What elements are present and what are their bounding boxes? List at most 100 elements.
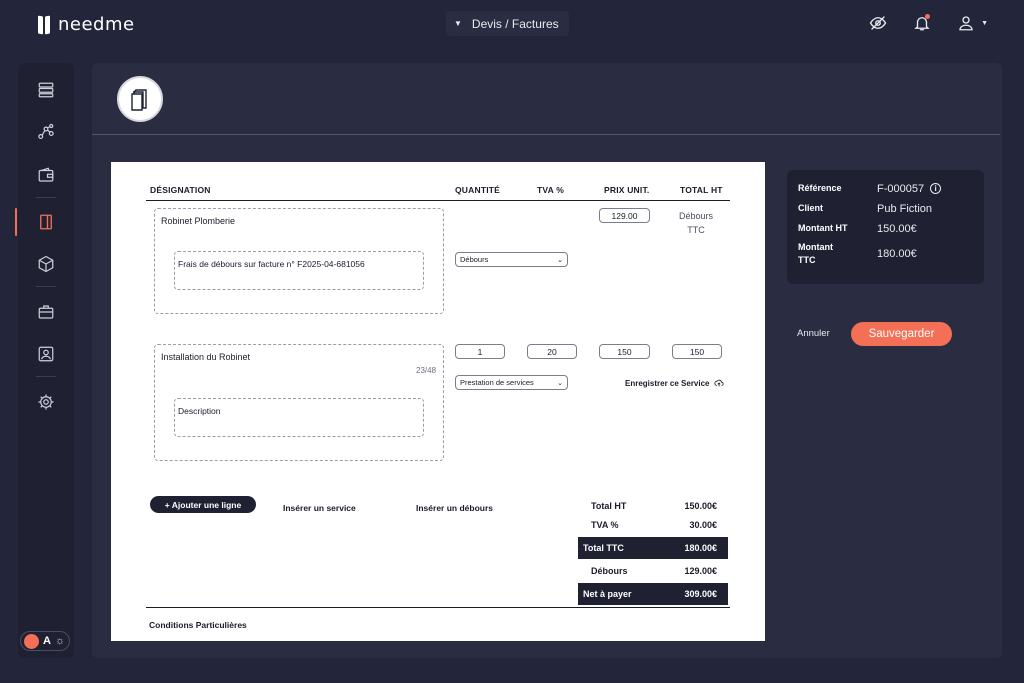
- sidebar-item-team[interactable]: [18, 340, 74, 368]
- total-label: TVA %: [591, 520, 619, 530]
- ttc-value: 180.00€: [877, 248, 917, 260]
- line-type-select[interactable]: Prestation de services ⌄: [455, 375, 568, 390]
- total-value: 309.00€: [684, 589, 717, 599]
- line-type-select[interactable]: Débours ⌄: [455, 252, 568, 267]
- briefcase-icon: [38, 305, 54, 319]
- conditions-heading[interactable]: Conditions Particulières: [149, 620, 247, 630]
- save-service-link[interactable]: Enregistrer ce Service: [625, 378, 724, 388]
- unit-price-input[interactable]: 129.00: [599, 208, 650, 223]
- line-title: Robinet Plomberie: [161, 216, 236, 226]
- sidebar-separator: [36, 376, 56, 377]
- total-value: 129.00€: [684, 566, 717, 576]
- caret-down-icon: ▼: [454, 19, 462, 28]
- line-description: Frais de débours sur facture n° F2025-04…: [178, 259, 365, 269]
- sidebar-item-network[interactable]: [18, 118, 74, 146]
- line-total-label-1: Débours: [678, 211, 714, 221]
- ht-label: Montant HT: [798, 223, 848, 233]
- column-header-unit-price: PRIX UNIT.: [604, 185, 650, 195]
- unit-price-input[interactable]: 150: [599, 344, 650, 359]
- wallet-icon: [38, 167, 54, 182]
- notification-bell-icon[interactable]: [911, 12, 933, 34]
- char-counter: 23/48: [416, 366, 437, 375]
- column-header-total: TOTAL HT: [680, 185, 723, 195]
- total-row-net: Net à payer 309.00€: [578, 583, 728, 605]
- top-bar: needme ▼ Devis / Factures ▼: [0, 0, 1024, 48]
- sidebar-item-settings[interactable]: [18, 388, 74, 416]
- line-type-value: Prestation de services: [460, 378, 534, 387]
- gear-icon: [38, 394, 54, 410]
- sidebar-item-servers[interactable]: [18, 76, 74, 104]
- logo-mark-icon: [38, 15, 52, 34]
- line-total-label-2: TTC: [687, 225, 705, 235]
- sidebar-item-wallet[interactable]: [18, 161, 74, 189]
- info-icon[interactable]: i: [930, 183, 942, 194]
- total-value: 150.00€: [684, 501, 717, 511]
- summary-ht: Montant HT 150.00€: [798, 222, 917, 235]
- sidebar-separator: [36, 286, 56, 287]
- top-icons: ▼: [867, 12, 988, 34]
- footer-rule: [146, 607, 730, 608]
- line-total-input[interactable]: 150: [672, 344, 722, 359]
- save-button[interactable]: Sauvegarder: [851, 322, 952, 346]
- header-rule: [146, 200, 730, 201]
- sidebar: A ☼: [15, 63, 74, 658]
- column-header-quantity: QUANTITÉ: [455, 185, 501, 195]
- reference-label: Référence: [798, 183, 842, 193]
- book-icon: [40, 214, 52, 230]
- sun-icon: ☼: [54, 635, 66, 647]
- theme-toggle[interactable]: A ☼: [20, 631, 70, 651]
- cancel-button[interactable]: Annuler: [797, 328, 830, 339]
- insert-debours-link[interactable]: Insérer un débours: [416, 503, 493, 513]
- client-value: Pub Fiction: [877, 202, 933, 215]
- chevron-down-icon: ⌄: [557, 379, 563, 387]
- sidebar-item-products[interactable]: [18, 250, 74, 278]
- theme-toggle-label: A: [43, 635, 51, 647]
- line-type-value: Débours: [460, 255, 489, 264]
- module-selector[interactable]: ▼ Devis / Factures: [446, 11, 569, 36]
- add-line-button[interactable]: + Ajouter une ligne: [150, 496, 256, 513]
- vat-input[interactable]: 20: [527, 344, 577, 359]
- ttc-label-1: Montant: [798, 242, 833, 252]
- server-icon: [38, 82, 54, 98]
- summary-reference: Référence F-000057 i: [798, 182, 942, 195]
- chevron-down-icon: ⌄: [557, 256, 563, 264]
- line-description-field[interactable]: [174, 251, 424, 290]
- hide-eye-icon[interactable]: [867, 12, 889, 34]
- total-row-ttc: Total TTC 180.00€: [578, 537, 728, 559]
- column-header-vat: TVA %: [537, 185, 564, 195]
- summary-ttc: Montant TTC 180.00€: [798, 241, 917, 267]
- insert-service-link[interactable]: Insérer un service: [283, 503, 356, 513]
- team-icon: [38, 346, 54, 362]
- total-value: 30.00€: [689, 520, 717, 530]
- total-label: Débours: [591, 566, 628, 576]
- client-label: Client: [798, 203, 824, 213]
- box-icon: [38, 255, 54, 273]
- summary-client: Client Pub Fiction: [798, 202, 932, 215]
- total-label: Total HT: [591, 501, 627, 511]
- document-icon: [117, 76, 163, 122]
- app-logo[interactable]: needme: [38, 14, 135, 35]
- ttc-label-2: TTC: [798, 255, 816, 265]
- total-value: 180.00€: [684, 543, 717, 553]
- module-label: Devis / Factures: [471, 16, 559, 31]
- sidebar-item-briefcase[interactable]: [18, 298, 74, 326]
- total-label: Net à payer: [583, 589, 632, 599]
- invoice-summary-card: Référence F-000057 i Client Pub Fiction …: [787, 170, 984, 284]
- save-service-label: Enregistrer ce Service: [625, 378, 710, 388]
- header-divider: [92, 134, 1000, 135]
- cloud-upload-icon: [713, 379, 724, 387]
- ht-value: 150.00€: [877, 222, 917, 235]
- user-icon: [955, 12, 977, 34]
- network-icon: [38, 123, 54, 139]
- total-row-vat: TVA % 30.00€: [578, 514, 728, 536]
- quantity-input[interactable]: 1: [455, 344, 505, 359]
- user-menu[interactable]: ▼: [955, 12, 988, 34]
- line-title: Installation du Robinet: [161, 352, 251, 362]
- invoice-document: DÉSIGNATION QUANTITÉ TVA % PRIX UNIT. TO…: [111, 162, 765, 641]
- sidebar-item-invoices[interactable]: [15, 208, 74, 236]
- column-header-designation: DÉSIGNATION: [150, 185, 211, 195]
- total-label: Total TTC: [583, 543, 624, 553]
- total-row-debours: Débours 129.00€: [578, 560, 728, 582]
- line-description-field[interactable]: [174, 398, 424, 437]
- sidebar-separator: [36, 197, 56, 198]
